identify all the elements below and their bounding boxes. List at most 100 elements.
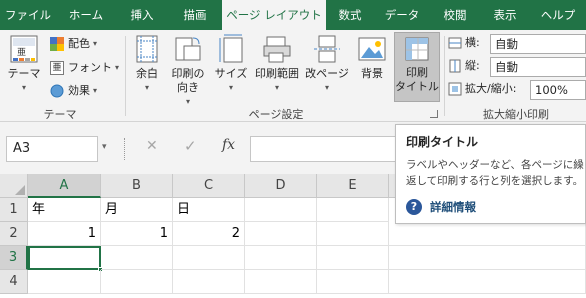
tooltip-body-line-1: ラベルやヘッダーなど、各ページに繰り xyxy=(406,159,586,171)
select-all-icon xyxy=(15,185,25,195)
ribbon: 亜 テーマ ▾ 配色 ▾ 亜 フォント ▾ 効果 ▾ テーマ 余白 ▾ 印刷の … xyxy=(0,30,586,122)
row-header-4[interactable]: 4 xyxy=(0,270,28,294)
themes-label: テーマ xyxy=(7,67,41,80)
chevron-down-icon: ▾ xyxy=(21,83,26,92)
tab-file[interactable]: ファイル xyxy=(0,0,56,30)
cell-c2[interactable]: 2 xyxy=(173,222,245,246)
group-label-page-setup: ページ設定 xyxy=(248,108,304,121)
cell-d1[interactable] xyxy=(245,198,317,222)
tab-view[interactable]: 表示 xyxy=(480,0,530,30)
cell-b4[interactable] xyxy=(101,270,173,294)
scale-control: 拡大/縮小: xyxy=(448,79,516,99)
chevron-down-icon: ▾ xyxy=(274,83,279,92)
height-select[interactable]: 自動 xyxy=(490,57,586,77)
tab-help[interactable]: ヘルプ xyxy=(530,0,586,30)
cancel-icon[interactable]: ✕ xyxy=(146,138,158,154)
print-titles-label-2: タイトル xyxy=(395,80,439,93)
cell-f4[interactable] xyxy=(389,270,586,294)
ribbon-tabs: ファイル ホーム 挿入 描画 ページ レイアウト 数式 データ 校閲 表示 ヘル… xyxy=(0,0,586,30)
chevron-down-icon: ▾ xyxy=(185,97,190,106)
cell-c1[interactable]: 日 xyxy=(173,198,245,222)
cell-a4[interactable] xyxy=(28,270,101,294)
name-box[interactable]: A3 xyxy=(6,136,98,162)
cell-b3[interactable] xyxy=(101,246,173,270)
width-label: 横: xyxy=(465,36,480,49)
print-titles-icon xyxy=(405,37,429,61)
group-divider xyxy=(444,36,445,116)
page-setup-launcher-icon[interactable] xyxy=(430,110,438,118)
orientation-label: 印刷の xyxy=(171,67,205,80)
scale-input[interactable]: 100% xyxy=(530,80,586,100)
themes-button[interactable]: 亜 テーマ ▾ xyxy=(4,34,44,95)
tooltip-more-info-link[interactable]: ? 詳細情報 xyxy=(406,199,476,215)
tab-data[interactable]: データ xyxy=(374,0,430,30)
effects-icon xyxy=(50,84,64,98)
cell-a2[interactable]: 1 xyxy=(28,222,101,246)
insert-function-icon[interactable]: fx xyxy=(222,137,235,153)
column-header-e[interactable]: E xyxy=(317,174,389,198)
colors-label: 配色 xyxy=(68,37,90,50)
cell-b2[interactable]: 1 xyxy=(101,222,173,246)
cell-e2[interactable] xyxy=(317,222,389,246)
formula-bar-divider xyxy=(124,138,126,160)
cell-d2[interactable] xyxy=(245,222,317,246)
tooltip-body: ラベルやヘッダーなど、各ページに繰り 返して印刷する行と列を選択します。 xyxy=(406,157,586,189)
cell-d3[interactable] xyxy=(245,246,317,270)
row-header-3[interactable]: 3 xyxy=(0,246,28,270)
tab-home[interactable]: ホーム xyxy=(56,0,116,30)
print-titles-button[interactable]: 印刷 タイトル xyxy=(394,32,440,102)
width-select[interactable]: 自動 xyxy=(490,34,586,54)
margins-button[interactable]: 余白 ▾ xyxy=(130,34,164,95)
cell-f3[interactable] xyxy=(389,246,586,270)
tab-formulas[interactable]: 数式 xyxy=(326,0,374,30)
tab-insert[interactable]: 挿入 xyxy=(116,0,168,30)
width-control: 横: xyxy=(448,33,480,53)
column-header-b[interactable]: B xyxy=(101,174,173,198)
formula-input[interactable] xyxy=(250,136,400,162)
column-header-d[interactable]: D xyxy=(245,174,317,198)
orientation-label-2: 向き xyxy=(177,81,199,94)
cell-c3[interactable] xyxy=(173,246,245,270)
cell-c4[interactable] xyxy=(173,270,245,294)
cell-e4[interactable] xyxy=(317,270,389,294)
tooltip-title: 印刷タイトル xyxy=(406,135,479,149)
size-icon xyxy=(219,34,243,63)
name-box-dropdown-icon[interactable]: ▾ xyxy=(102,142,107,152)
tab-review[interactable]: 校閲 xyxy=(430,0,480,30)
cell-f2[interactable] xyxy=(389,222,586,246)
cell-b1[interactable]: 月 xyxy=(101,198,173,222)
cell-a1[interactable]: 年 xyxy=(28,198,101,222)
cell-e1[interactable] xyxy=(317,198,389,222)
breaks-button[interactable]: 改ページ ▾ xyxy=(304,34,350,95)
row-header-2[interactable]: 2 xyxy=(0,222,28,246)
more-info-label: 詳細情報 xyxy=(430,200,476,214)
themes-icon: 亜 xyxy=(10,35,38,63)
tab-page-layout[interactable]: ページ レイアウト xyxy=(222,0,326,30)
fonts-icon: 亜 xyxy=(50,61,64,75)
background-button[interactable]: 背景 xyxy=(352,34,392,81)
cell-a3-selected[interactable] xyxy=(28,246,101,270)
column-header-a[interactable]: A xyxy=(28,174,101,198)
column-header-c[interactable]: C xyxy=(173,174,245,198)
effects-button[interactable]: 効果 ▾ xyxy=(50,81,97,101)
print-area-button[interactable]: 印刷範囲 ▾ xyxy=(252,34,302,95)
fonts-button[interactable]: 亜 フォント ▾ xyxy=(50,58,119,78)
colors-button[interactable]: 配色 ▾ xyxy=(50,34,97,54)
size-button[interactable]: サイズ ▾ xyxy=(212,34,250,95)
tab-draw[interactable]: 描画 xyxy=(168,0,222,30)
cell-d4[interactable] xyxy=(245,270,317,294)
orientation-button[interactable]: 印刷の 向き ▾ xyxy=(166,34,210,109)
row-header-1[interactable]: 1 xyxy=(0,198,28,222)
page-break-icon xyxy=(314,35,340,63)
tooltip-body-line-2: 返して印刷する行と列を選択します。 xyxy=(406,175,584,187)
cell-e3[interactable] xyxy=(317,246,389,270)
background-image-icon xyxy=(358,37,386,61)
margins-icon xyxy=(136,35,158,63)
select-all-corner[interactable] xyxy=(0,174,28,198)
print-area-label: 印刷範囲 xyxy=(255,67,299,80)
enter-icon[interactable]: ✓ xyxy=(184,137,197,155)
height-control: 縦: xyxy=(448,56,480,76)
scale-icon xyxy=(448,82,462,96)
chevron-down-icon: ▾ xyxy=(228,83,233,92)
margins-label: 余白 xyxy=(136,67,158,80)
